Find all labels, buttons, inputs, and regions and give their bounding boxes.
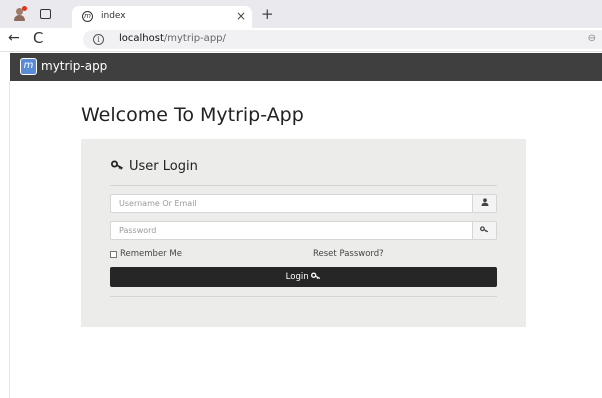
remember-me-label: Remember Me: [120, 249, 182, 259]
new-tab-button[interactable]: +: [261, 5, 274, 23]
url-text[interactable]: localhost/mytrip-app/: [119, 33, 226, 44]
password-field[interactable]: [110, 221, 497, 240]
key-icon: [472, 222, 496, 239]
app-navbar: m mytrip-app: [10, 53, 602, 81]
brand-name-link[interactable]: mytrip-app: [41, 59, 107, 73]
header-divider: [110, 185, 497, 186]
login-header: User Login: [111, 159, 198, 174]
browser-tab-strip: m index × +: [0, 0, 602, 28]
profile-avatar-icon[interactable]: [13, 6, 27, 21]
password-input[interactable]: [111, 222, 473, 239]
login-button-label: Login: [285, 272, 309, 282]
brand-logo-icon[interactable]: m: [20, 58, 37, 75]
url-path: /mytrip-app/: [163, 33, 226, 44]
page-divider: [9, 81, 10, 398]
zoom-out-icon[interactable]: ⊖: [588, 33, 596, 44]
tab-title: index: [101, 11, 126, 21]
browser-toolbar: ← C i localhost/mytrip-app/ ⊖: [0, 28, 602, 52]
refresh-icon[interactable]: C: [33, 29, 43, 47]
login-panel: User Login Remember Me Reset Password? L…: [81, 139, 526, 327]
login-title: User Login: [129, 159, 198, 174]
user-icon: [472, 195, 496, 212]
back-arrow-icon[interactable]: ←: [8, 30, 20, 46]
address-bar[interactable]: i localhost/mytrip-app/ ⊖: [83, 30, 602, 49]
form-divider: [110, 296, 497, 297]
browser-tab[interactable]: m index ×: [72, 6, 252, 28]
favicon-icon: m: [82, 11, 93, 22]
url-host: localhost: [119, 33, 164, 44]
login-button[interactable]: Login: [110, 267, 497, 287]
username-field[interactable]: [110, 194, 497, 213]
tab-close-icon[interactable]: ×: [236, 9, 246, 23]
site-info-icon[interactable]: i: [93, 34, 104, 45]
tab-actions-icon[interactable]: [40, 9, 51, 19]
username-input[interactable]: [111, 195, 473, 212]
key-icon: [111, 159, 124, 173]
page-title: Welcome To Mytrip-App: [81, 104, 304, 126]
reset-password-link[interactable]: Reset Password?: [313, 249, 384, 259]
remember-me-checkbox[interactable]: Remember Me: [110, 249, 182, 259]
key-icon: [311, 272, 321, 282]
checkbox-icon[interactable]: [110, 250, 117, 258]
